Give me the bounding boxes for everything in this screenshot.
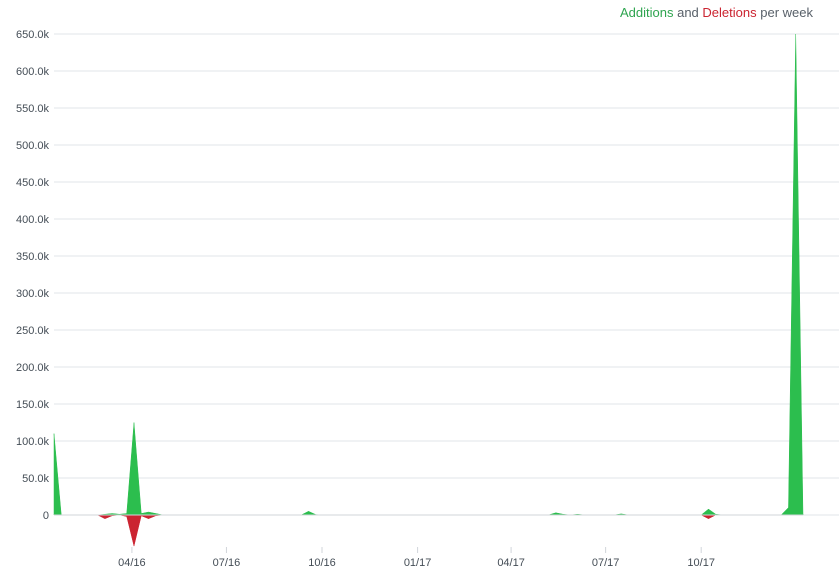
additions-deletions-chart: 0 50.0k 100.0k 150.0k 200.0k 250.0k 300.0k 350.… [16, 29, 839, 569]
y-tick-label: 250.0k [16, 325, 50, 337]
x-tick-label: 04/16 [118, 557, 146, 569]
x-tick-label: 04/17 [497, 557, 525, 569]
y-tick-label: 400.0k [16, 214, 50, 226]
additions-area [53, 33, 804, 516]
axis-layer: 0 50.0k 100.0k 150.0k 200.0k 250.0k 300.0k 350.… [16, 29, 715, 569]
y-tick-label: 450.0k [16, 177, 50, 189]
grid-layer [54, 33, 839, 516]
y-tick-label: 150.0k [16, 399, 50, 411]
x-tick-label: 01/17 [404, 557, 432, 569]
y-tick-label: 300.0k [16, 288, 50, 300]
x-tick-label: 10/17 [687, 557, 715, 569]
y-tick-label: 600.0k [16, 66, 50, 78]
y-tick-label: 100.0k [16, 436, 50, 448]
area-layer [53, 33, 804, 547]
y-tick-label: 200.0k [16, 362, 50, 374]
x-tick-label: 07/16 [213, 557, 241, 569]
chart-container: Additions and Deletions per week 0 50.0k 1… [0, 0, 839, 585]
y-tick-label: 650.0k [16, 29, 50, 41]
y-tick-label: 550.0k [16, 103, 50, 115]
y-tick-label: 0 [43, 510, 49, 522]
x-tick-label: 10/16 [308, 557, 336, 569]
deletions-area [53, 514, 804, 547]
y-tick-label: 350.0k [16, 251, 50, 263]
x-tick-label: 07/17 [592, 557, 620, 569]
y-tick-label: 500.0k [16, 140, 50, 152]
y-tick-label: 50.0k [22, 473, 49, 485]
